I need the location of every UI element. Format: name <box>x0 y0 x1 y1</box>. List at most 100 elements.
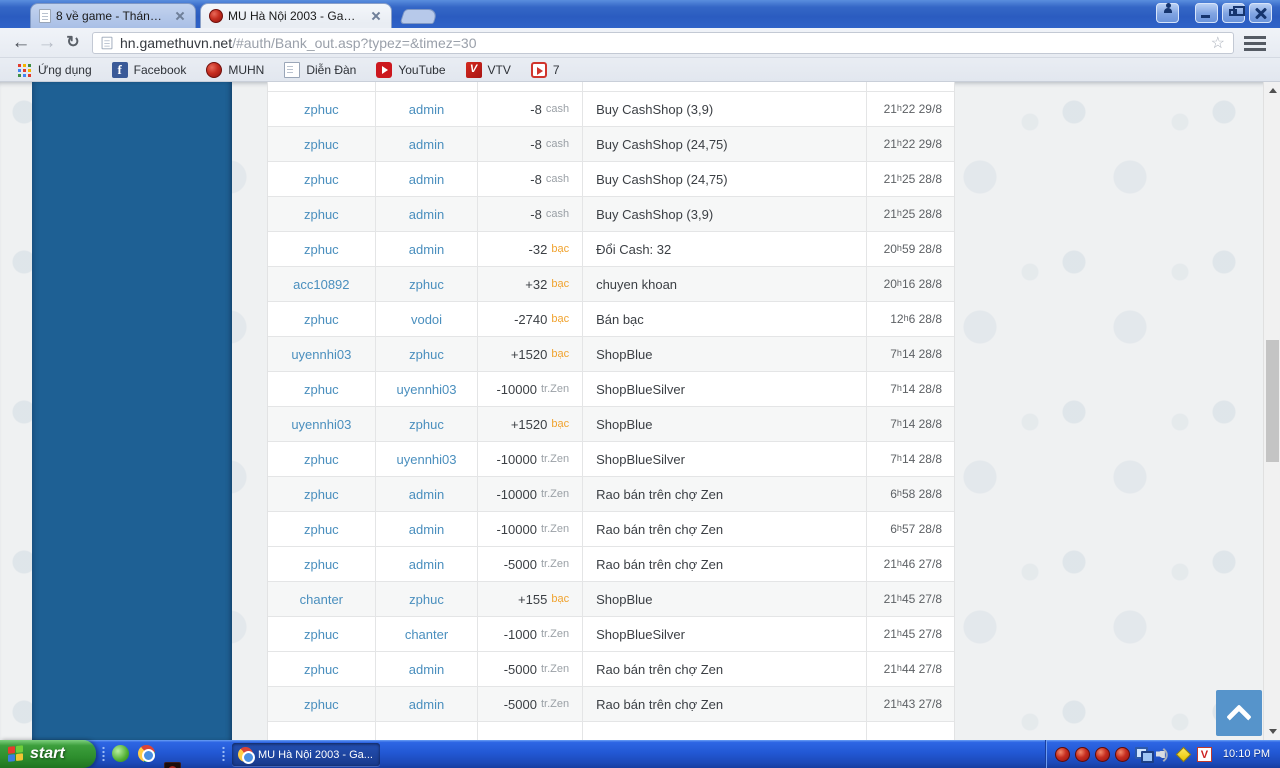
bookmark-item[interactable]: f Facebook <box>104 60 195 80</box>
chrome-menu-icon[interactable] <box>1244 35 1266 51</box>
profile-button[interactable] <box>1156 3 1179 23</box>
amount-value: -2740 <box>514 311 548 327</box>
tray-mu-icon[interactable] <box>1094 746 1110 762</box>
receiver-link[interactable]: zphuc <box>409 277 444 292</box>
scrollbar-thumb[interactable] <box>1266 340 1279 462</box>
bookmark-item[interactable]: V VTV <box>458 60 519 80</box>
time-hour: 12 <box>890 312 904 326</box>
receiver-link[interactable]: admin <box>409 207 444 222</box>
bookmarks-bar: Ứng dụng f Facebook MUHN Diễn Đàn YouTube V VTV… <box>0 58 1280 82</box>
browser-toolbar: ← → ↻ hn.gamethuvn.net/#auth/Bank_out.as… <box>0 28 1280 58</box>
bookmark-item[interactable]: MUHN <box>198 60 272 80</box>
scrollbar-down-icon[interactable] <box>1264 723 1280 740</box>
receiver-link[interactable]: chanter <box>405 627 448 642</box>
sender-link[interactable]: zphuc <box>304 102 339 117</box>
hour-marker: h <box>896 348 902 358</box>
receiver-link[interactable]: admin <box>409 522 444 537</box>
sender-link[interactable]: zphuc <box>304 522 339 537</box>
back-button[interactable]: ← <box>8 33 34 52</box>
receiver-link[interactable]: admin <box>409 102 444 117</box>
scrollbar-up-icon[interactable] <box>1264 82 1280 99</box>
scrollbar[interactable] <box>1263 82 1280 740</box>
receiver-link[interactable]: uyennhi03 <box>397 382 457 397</box>
amount-cell: -10000 tr.Zen <box>478 372 584 406</box>
sender-link[interactable]: chanter <box>300 592 343 607</box>
description-cell: Rao bán trên chợ Zen <box>583 687 868 721</box>
taskbar: start MU Hà Nội 2003 - Ga... V 10:10 PM <box>0 740 1280 768</box>
tray-mu-icon[interactable] <box>1054 746 1070 762</box>
tab-active[interactable]: MU Hà Nội 2003 - GamethuVN <box>200 3 392 28</box>
receiver-link[interactable]: admin <box>409 137 444 152</box>
vtv-icon: V <box>465 61 482 78</box>
bookmark-star-icon[interactable]: ☆ <box>1211 33 1225 53</box>
tab-close-icon[interactable] <box>369 9 383 23</box>
time-minute: 46 <box>901 557 916 571</box>
sender-link[interactable]: zphuc <box>304 452 339 467</box>
receiver-link[interactable]: admin <box>409 662 444 677</box>
sender-link[interactable]: zphuc <box>304 557 339 572</box>
volume-icon[interactable] <box>1156 748 1170 761</box>
sender-link[interactable]: acc10892 <box>293 277 349 292</box>
sender-link[interactable]: uyennhi03 <box>291 417 351 432</box>
sender-link[interactable]: zphuc <box>304 242 339 257</box>
time-minute: 57 <box>901 522 916 536</box>
chrome-icon[interactable] <box>138 745 155 762</box>
time-minute: 45 <box>901 592 916 606</box>
sender-link[interactable]: zphuc <box>304 487 339 502</box>
table-row: uyennhi03 zphuc +1520 bạc ShopBlue 7 h 14 28/8 <box>268 407 954 442</box>
sender-cell: zphuc <box>268 687 376 721</box>
description-text: ShopBlue <box>596 416 653 432</box>
receiver-link[interactable]: zphuc <box>409 347 444 362</box>
bookmark-label: MUHN <box>228 62 265 77</box>
maximize-button[interactable] <box>1222 3 1245 23</box>
timestamp-cell: 7 h 14 28/8 <box>867 407 954 441</box>
mu-game-icon[interactable] <box>164 762 181 768</box>
receiver-link[interactable]: vodoi <box>411 312 442 327</box>
receiver-link[interactable]: admin <box>409 557 444 572</box>
network-icon[interactable] <box>1134 747 1154 763</box>
scroll-to-top-button[interactable] <box>1216 690 1262 736</box>
bookmark-item[interactable]: 7 <box>523 60 568 80</box>
hour-marker: h <box>896 208 902 218</box>
bookmark-item[interactable]: Ứng dụng <box>8 60 100 80</box>
receiver-link[interactable]: admin <box>409 487 444 502</box>
sender-link[interactable]: zphuc <box>304 627 339 642</box>
sender-link[interactable]: zphuc <box>304 137 339 152</box>
tray-mu-icon[interactable] <box>1074 746 1090 762</box>
bookmark-item[interactable]: Diễn Đàn <box>276 60 364 80</box>
sender-link[interactable]: uyennhi03 <box>291 347 351 362</box>
reload-button[interactable]: ↻ <box>60 34 86 51</box>
task-button-chrome[interactable]: MU Hà Nội 2003 - Ga... <box>232 743 380 766</box>
tray-mu-icon[interactable] <box>1114 746 1130 762</box>
amount-cell: -8 cash <box>478 92 584 126</box>
sender-link[interactable]: zphuc <box>304 662 339 677</box>
close-button[interactable] <box>1249 3 1272 23</box>
mu-favicon <box>206 61 223 78</box>
start-button[interactable]: start <box>0 740 96 768</box>
receiver-link[interactable]: uyennhi03 <box>397 452 457 467</box>
address-bar[interactable]: hn.gamethuvn.net/#auth/Bank_out.asp?type… <box>92 31 1234 54</box>
amount-value: +155 <box>518 591 548 607</box>
description-cell: ShopBlueSilver <box>583 442 868 476</box>
sender-link[interactable]: zphuc <box>304 172 339 187</box>
sender-link[interactable]: zphuc <box>304 312 339 327</box>
receiver-link[interactable]: admin <box>409 697 444 712</box>
receiver-link[interactable]: admin <box>409 242 444 257</box>
sender-link[interactable]: zphuc <box>304 207 339 222</box>
amount-value: -8 <box>530 171 542 187</box>
sender-link[interactable]: zphuc <box>304 697 339 712</box>
bookmark-item[interactable]: YouTube <box>368 60 453 80</box>
minimize-button[interactable] <box>1195 3 1218 23</box>
unikey-icon[interactable] <box>1175 746 1192 762</box>
vietkey-icon[interactable]: V <box>1196 746 1212 762</box>
new-tab-button[interactable] <box>399 9 439 24</box>
receiver-link[interactable]: admin <box>409 172 444 187</box>
receiver-link[interactable]: zphuc <box>409 417 444 432</box>
forward-button[interactable]: → <box>34 33 60 52</box>
gcafe-icon[interactable] <box>112 745 129 762</box>
receiver-link[interactable]: zphuc <box>409 592 444 607</box>
tab-close-icon[interactable] <box>173 9 187 23</box>
sender-link[interactable]: zphuc <box>304 382 339 397</box>
tab-inactive[interactable]: 8 về game - Thánh kiếm Zen <box>30 3 196 28</box>
hour-marker: h <box>896 593 902 603</box>
